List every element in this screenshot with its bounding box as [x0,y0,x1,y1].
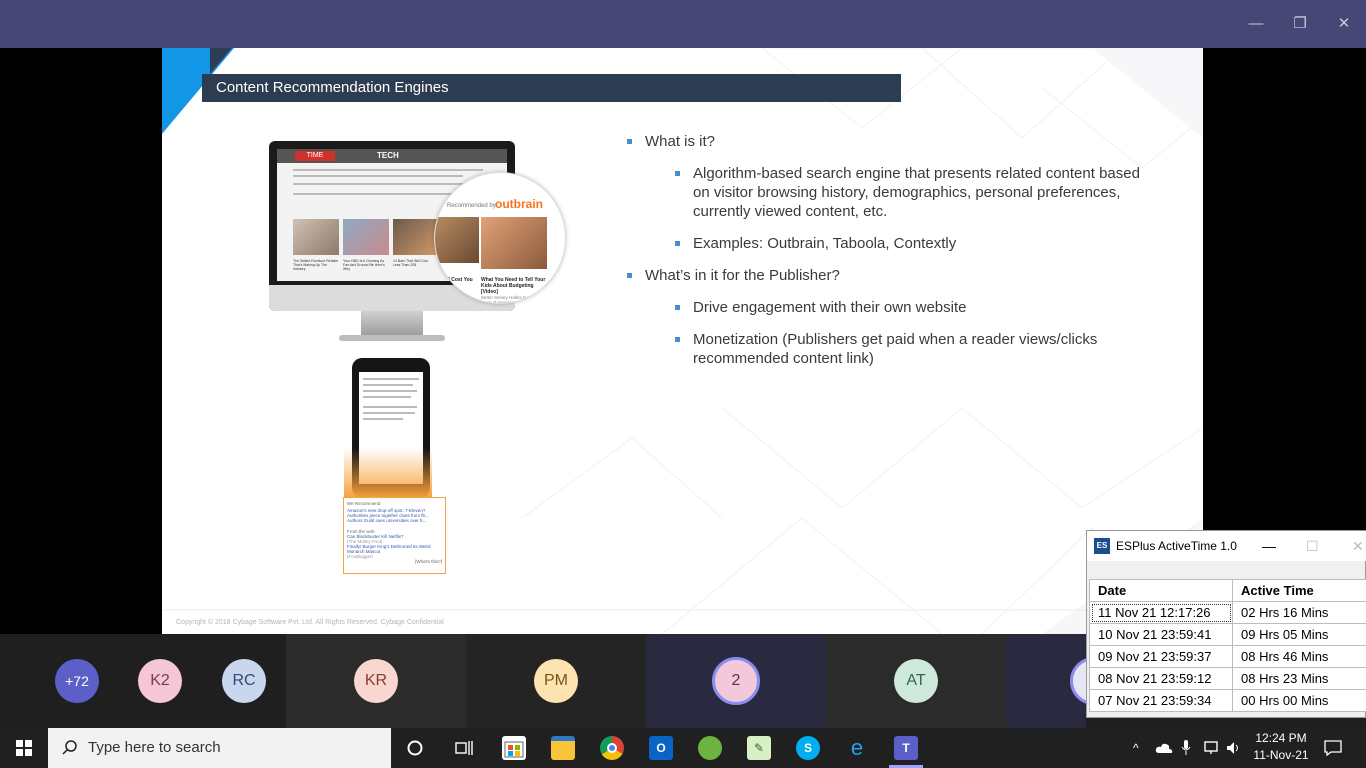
row-active-time: 09 Hrs 05 Mins [1232,623,1366,646]
taskbar-search-box[interactable]: Type here to search [48,728,391,768]
windows-start-icon[interactable] [16,740,32,756]
corner-accent-dark [210,48,232,74]
search-placeholder: Type here to search [88,739,221,756]
site-section: TECH [377,151,399,160]
maximize-button[interactable]: ☐ [1306,531,1319,561]
microsoft-store-icon[interactable] [502,736,526,760]
chevron-up-icon[interactable]: ^ [1133,728,1139,768]
site-logo: TIME [295,151,335,161]
thumb-caption: The Skilled Furniture Retailer That's Ma… [293,259,339,271]
bullet-level1: What’s in it for the Publisher? [625,266,1145,285]
more-participants-avatar[interactable]: +72 [55,659,99,703]
avatar[interactable]: RC [222,659,266,703]
teams-title-bar: — ❐ ✕ [0,0,1366,48]
table-row[interactable]: 09 Nov 21 23:59:37 08 Hrs 46 Mins [1089,645,1366,668]
notepad-plus-icon[interactable]: ✎ [747,736,771,760]
avatar[interactable]: AT [894,659,938,703]
microphone-icon[interactable] [1181,740,1191,756]
row-active-time: 08 Hrs 46 Mins [1232,645,1366,668]
slide-footer: Copyright © 2018 Cybage Software Pvt. Lt… [176,619,444,626]
bullet-level2: Examples: Outbrain, Taboola, Contextly [625,234,1145,253]
table-row[interactable]: 11 Nov 21 12:17:26 02 Hrs 16 Mins [1089,601,1366,624]
search-icon [62,740,77,755]
avatar[interactable]: PM [534,659,578,703]
bullet-level2: Monetization (Publishers get paid when a… [625,330,1145,368]
restore-button[interactable]: ❐ [1286,10,1314,38]
speaking-avatar[interactable]: 2 [712,657,760,705]
row-date: 07 Nov 21 23:59:34 [1089,689,1233,712]
phone-recommendation-card: We Recommend Amazon's new drop-off spot:… [343,497,446,574]
card-whats-this: [What's this?] [415,559,442,564]
article-thumbnail [343,219,389,255]
minimize-button[interactable]: — [1242,10,1270,38]
volume-icon[interactable] [1226,740,1242,756]
recommendation-image [435,217,479,263]
recommended-by-label: Recommended by [447,203,496,209]
teams-icon[interactable]: T [894,736,918,760]
spring-tool-icon[interactable] [698,736,722,760]
network-icon[interactable] [1203,740,1221,756]
monitor-base [339,335,445,341]
thumb-caption: 14 Bars That Will Cost Less Than 20$ [393,259,428,267]
table-row[interactable]: 07 Nov 21 23:59:34 00 Hrs 00 Mins [1089,689,1366,712]
avatar[interactable]: KR [354,659,398,703]
slide-title: Content Recommendation Engines [202,74,901,102]
notification-icon[interactable] [1324,740,1342,756]
avatar[interactable]: K2 [138,659,182,703]
clock-date: 11-Nov-21 [1253,748,1309,762]
activity-table: Date Active Time 11 Nov 21 12:17:26 02 H… [1089,579,1366,712]
esplus-app-icon: ES [1094,538,1110,554]
bullet-level2: Algorithm-based search engine that prese… [625,164,1145,221]
esplus-window: ES ESPlus ActiveTime 1.0 — ☐ ✕ Date Acti… [1086,530,1366,718]
recommendation-caption: Will Cost You [441,277,473,283]
cortana-icon[interactable] [407,740,423,756]
slide-bullets: What is it? Algorithm-based search engin… [625,132,1145,381]
column-header-active-time: Active Time [1232,579,1366,602]
row-active-time: 08 Hrs 23 Mins [1232,667,1366,690]
card-header: We Recommend [347,501,381,506]
recommendation-source: Better Money Habits by Bank of America [481,295,528,304]
monitor-stand [361,311,423,337]
row-active-time: 02 Hrs 16 Mins [1232,601,1366,624]
task-view-icon[interactable] [455,740,473,756]
esplus-title: ESPlus ActiveTime 1.0 [1116,539,1237,553]
skype-icon[interactable]: S [796,736,820,760]
file-explorer-icon[interactable] [551,736,575,760]
internet-explorer-icon[interactable]: e [845,736,869,760]
row-date: 08 Nov 21 23:59:12 [1089,667,1233,690]
column-header-date: Date [1089,579,1233,602]
outbrain-logo: outbrain [495,197,543,211]
phone-highlight [344,448,432,498]
row-date: 10 Nov 21 23:59:41 [1089,623,1233,646]
outlook-icon[interactable]: O [649,736,673,760]
windows-taskbar: Type here to search O ✎ S e T ^ 12:24 PM… [0,728,1366,768]
bullet-level1: What is it? [625,132,1145,151]
minimize-button[interactable]: — [1262,531,1276,561]
clock-time: 12:24 PM [1255,731,1307,745]
row-date: 09 Nov 21 23:59:37 [1089,645,1233,668]
article-thumbnail [393,219,439,255]
table-header-row: Date Active Time [1089,579,1366,602]
esplus-title-bar[interactable]: ES ESPlus ActiveTime 1.0 — ☐ ✕ [1087,531,1366,561]
recommendation-caption: What You Need to Tell Your Kids About Bu… [481,277,546,295]
card-item: Authors Guild sues universities over b..… [347,518,427,523]
presentation-slide: Content Recommendation Engines TIME TECH… [162,48,1203,634]
card-web-item: Finally! Burger King's Dethroned Its Wei… [347,544,431,554]
close-button[interactable]: ✕ [1352,531,1364,561]
chrome-icon[interactable] [600,736,624,760]
table-row[interactable]: 08 Nov 21 23:59:12 08 Hrs 23 Mins [1089,667,1366,690]
recommendation-image [481,217,547,269]
article-thumbnail [293,219,339,255]
table-row[interactable]: 10 Nov 21 23:59:41 09 Hrs 05 Mins [1089,623,1366,646]
onedrive-icon[interactable] [1155,742,1173,754]
row-date: 11 Nov 21 12:17:26 [1089,601,1233,624]
outbrain-zoom-circle: Recommended by outbrain Will Cost You Wh… [434,172,566,304]
thumb-caption: Your HBO Is It Growing As Fan-fact Groun… [343,259,385,271]
clock[interactable]: 12:24 PM 11-Nov-21 [1252,728,1310,768]
row-active-time: 00 Hrs 00 Mins [1232,689,1366,712]
close-button[interactable]: ✕ [1330,10,1358,38]
bullet-level2: Drive engagement with their own website [625,298,1145,317]
